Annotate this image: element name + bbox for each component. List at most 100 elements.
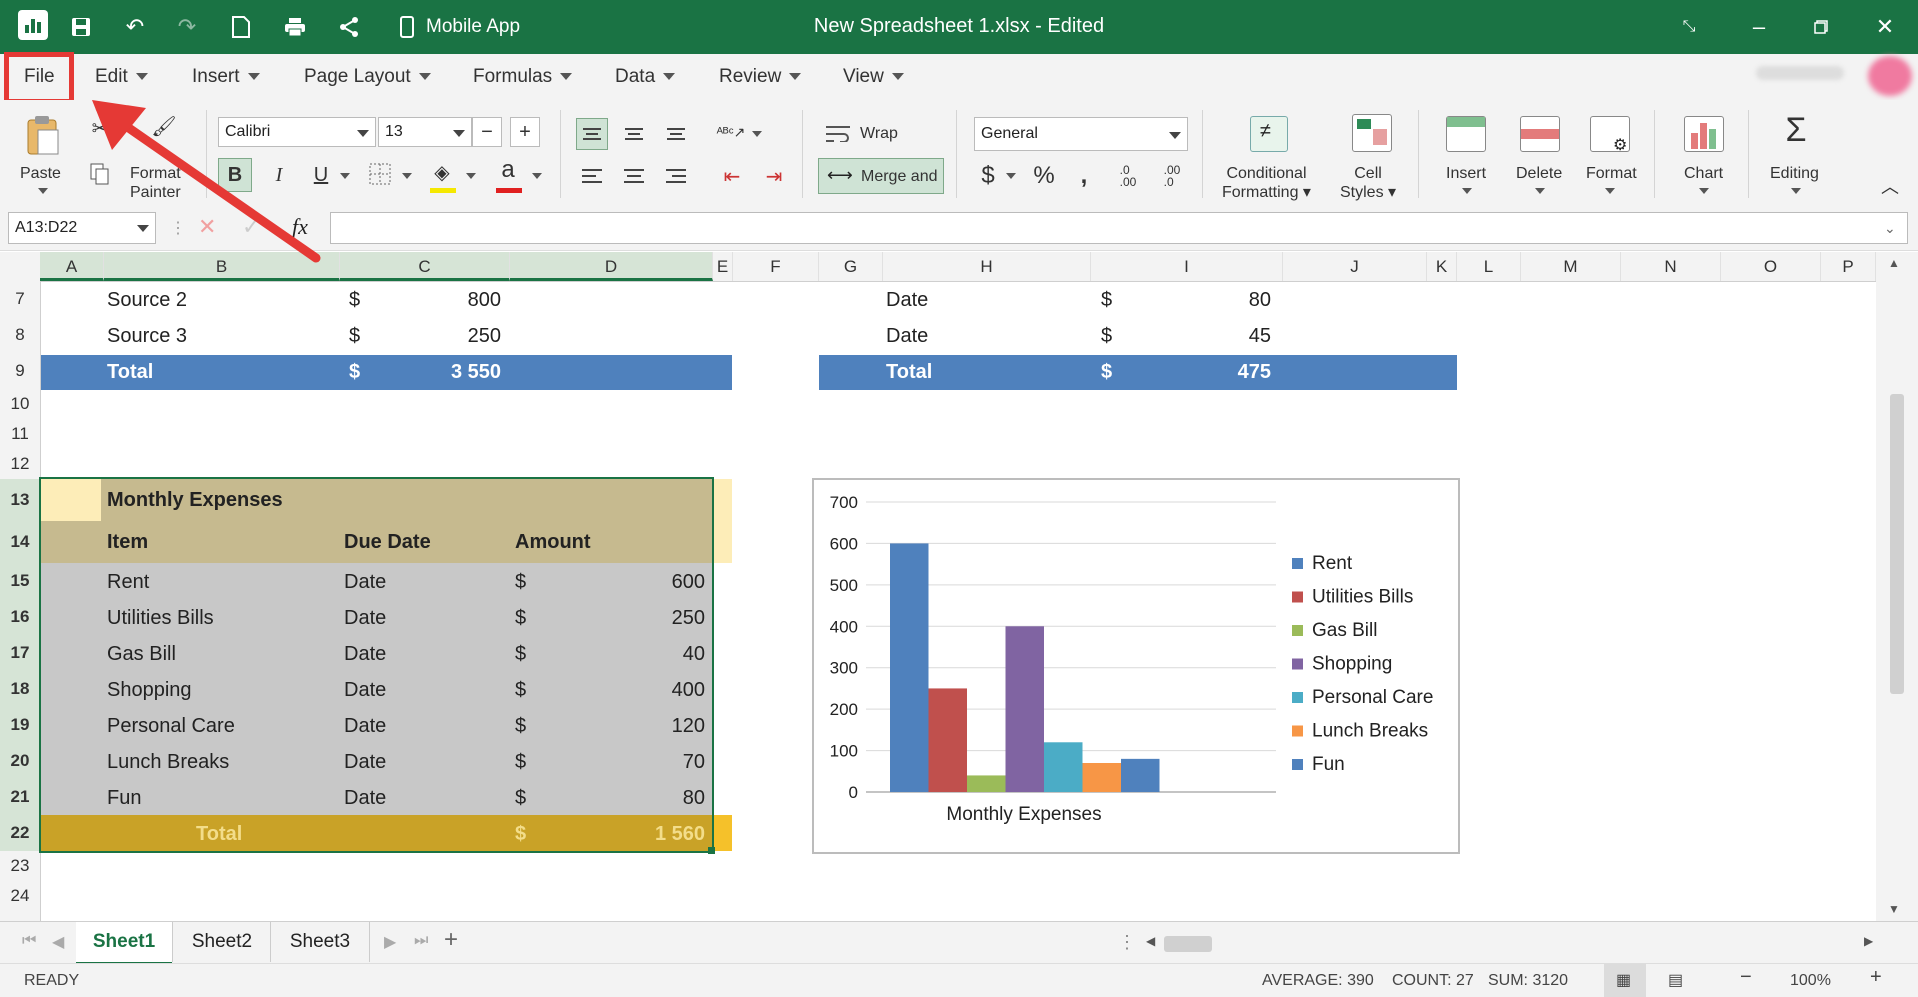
tab-splitter-icon[interactable]: ⋮ (1118, 932, 1136, 953)
fill-handle[interactable] (708, 847, 715, 854)
underline-dropdown-icon[interactable] (340, 173, 350, 179)
cell-h7[interactable]: Date (886, 289, 928, 312)
delete-cells-button[interactable]: Delete (1516, 164, 1562, 183)
column-header-k[interactable]: K (1427, 252, 1457, 281)
row-header-8[interactable]: 8 (0, 317, 40, 353)
cell-i8[interactable]: 45 (1191, 325, 1271, 348)
align-middle-button[interactable] (618, 118, 650, 150)
column-header-i[interactable]: I (1091, 252, 1283, 281)
add-sheet-icon[interactable]: + (444, 926, 458, 954)
column-header-c[interactable]: C (340, 252, 510, 281)
cell-c7-currency[interactable]: $ (349, 289, 360, 312)
avatar[interactable] (1868, 56, 1912, 96)
column-header-f[interactable]: F (733, 252, 819, 281)
comma-style-icon[interactable]: , (1072, 160, 1096, 192)
scroll-down-icon[interactable]: ▼ (1888, 902, 1900, 916)
delete-dropdown-icon[interactable] (1535, 188, 1545, 194)
monthly-expenses-chart[interactable]: 0 100 200 300 400 500 600 700 Monthly Expenses Re… (812, 478, 1460, 854)
orientation-icon[interactable]: ᴬᴮᶜ↗ (714, 116, 748, 148)
zoom-level[interactable]: 100% (1790, 972, 1831, 990)
paste-label[interactable]: Paste (20, 164, 61, 183)
column-header-n[interactable]: N (1621, 252, 1721, 281)
row-header-12[interactable]: 12 (0, 449, 40, 479)
align-bottom-button[interactable] (660, 118, 692, 150)
row-header-10[interactable]: 10 (0, 389, 40, 419)
font-color-dropdown-icon[interactable] (532, 173, 542, 179)
cell-c8[interactable]: 250 (421, 325, 501, 348)
row-header-22[interactable]: 22 (0, 815, 40, 851)
row-header-15[interactable]: 15 (0, 563, 40, 599)
sigma-icon[interactable]: Σ (1780, 110, 1812, 150)
conditional-formatting-icon[interactable]: ≠ (1250, 116, 1288, 152)
editing-dropdown-icon[interactable] (1791, 188, 1801, 194)
formula-input[interactable] (330, 212, 1908, 244)
insert-cells-icon[interactable] (1446, 116, 1486, 152)
increase-font-button[interactable]: + (510, 117, 540, 147)
row-header-21[interactable]: 21 (0, 779, 40, 815)
fill-color-dropdown-icon[interactable] (466, 173, 476, 179)
chart-button[interactable]: Chart (1684, 164, 1723, 183)
next-sheet-icon[interactable]: ▶ (384, 932, 396, 952)
decrease-decimal-icon[interactable]: .00.0 (1158, 160, 1186, 192)
column-header-e[interactable]: E (713, 252, 733, 281)
row-header-23[interactable]: 23 (0, 851, 40, 881)
row-header-19[interactable]: 19 (0, 707, 40, 743)
row-header-17[interactable]: 17 (0, 635, 40, 671)
insert-cells-button[interactable]: Insert (1446, 164, 1486, 183)
menu-view[interactable]: View (843, 66, 904, 88)
column-header-g[interactable]: G (819, 252, 883, 281)
fullscreen-icon[interactable]: ⤡ (1674, 12, 1704, 42)
close-icon[interactable]: ✕ (1870, 12, 1900, 42)
first-sheet-icon[interactable]: ⏮ (22, 932, 36, 950)
prev-sheet-icon[interactable]: ◀ (52, 932, 64, 952)
menu-data[interactable]: Data (615, 66, 676, 88)
cell-c8-currency[interactable]: $ (349, 325, 360, 348)
cell-i7[interactable]: 80 (1191, 289, 1271, 312)
vertical-scrollbar[interactable]: ▲ ▼ (1876, 252, 1918, 921)
row-header-14[interactable]: 14 (0, 521, 40, 563)
vertical-scroll-thumb[interactable] (1890, 394, 1904, 694)
align-top-button[interactable] (576, 118, 608, 150)
wrap-button[interactable]: Wrap (860, 124, 898, 143)
row-header-16[interactable]: 16 (0, 599, 40, 635)
align-left-button[interactable] (576, 160, 608, 192)
tab-sheet3[interactable]: Sheet3 (270, 922, 370, 962)
total-row-right[interactable]: Total $ 475 (819, 355, 1457, 390)
orientation-dropdown-icon[interactable] (752, 131, 762, 137)
scroll-up-icon[interactable]: ▲ (1888, 256, 1900, 270)
row-header-7[interactable]: 7 (0, 281, 40, 317)
number-format-dropdown[interactable]: General (974, 117, 1188, 151)
currency-format-icon[interactable]: $ (976, 160, 1000, 192)
scroll-left-icon[interactable]: ◀ (1146, 934, 1155, 948)
column-header-p[interactable]: P (1821, 252, 1876, 281)
row-header-11[interactable]: 11 (0, 419, 40, 449)
paste-dropdown-icon[interactable] (38, 188, 48, 194)
collapse-ribbon-icon[interactable]: ︿ (1878, 174, 1902, 198)
percent-icon[interactable]: % (1030, 160, 1058, 192)
format-cells-icon[interactable]: ⚙ (1590, 116, 1630, 154)
cell-i7-currency[interactable]: $ (1101, 289, 1112, 312)
chart-dropdown-icon[interactable] (1699, 188, 1709, 194)
row-header-24[interactable]: 24 (0, 881, 40, 911)
normal-view-icon[interactable]: ▦ (1604, 964, 1646, 997)
tab-sheet1[interactable]: Sheet1 (76, 922, 172, 965)
column-header-l[interactable]: L (1457, 252, 1521, 281)
column-header-o[interactable]: O (1721, 252, 1821, 281)
paste-icon[interactable] (26, 114, 60, 156)
insert-dropdown-icon[interactable] (1462, 188, 1472, 194)
cell-i8-currency[interactable]: $ (1101, 325, 1112, 348)
font-size-dropdown[interactable]: 13 (378, 117, 472, 147)
cell-styles-button[interactable]: Cell Styles ▾ (1340, 164, 1396, 202)
menu-formulas[interactable]: Formulas (473, 66, 573, 88)
increase-decimal-icon[interactable]: .0.00 (1114, 160, 1142, 192)
total-row-left[interactable]: Total $ 3 550 (41, 355, 732, 390)
cell-styles-icon[interactable] (1352, 114, 1392, 152)
row-header-20[interactable]: 20 (0, 743, 40, 779)
borders-icon[interactable] (366, 160, 394, 188)
expand-formula-icon[interactable]: ⌄ (1884, 220, 1896, 237)
align-center-button[interactable] (618, 160, 650, 192)
row-header-13[interactable]: 13 (0, 479, 40, 521)
decrease-font-button[interactable]: − (472, 117, 502, 147)
minimize-icon[interactable]: – (1744, 12, 1774, 42)
last-sheet-icon[interactable]: ⏭ (414, 932, 428, 950)
